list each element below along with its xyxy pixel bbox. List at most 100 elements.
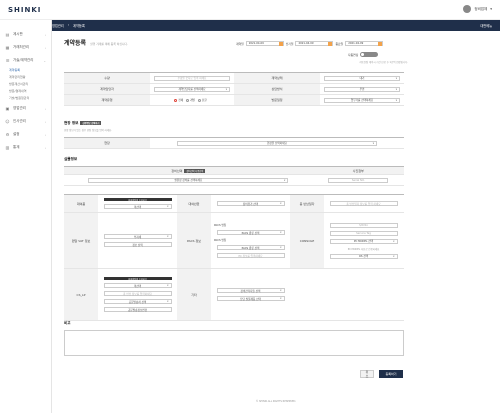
equipment-header-label: 장비선택 (171, 168, 183, 173)
site-hint: 현장 정보가 없는 경우 현장 정보를 입력 하세요. (64, 129, 112, 132)
site-section-title: 현장 정보 현장정보 선택하기 (64, 121, 102, 125)
radio-all[interactable]: 전체 (174, 98, 183, 102)
vat-select[interactable]: 부과세 ▾ (103, 234, 172, 239)
sidebar-item-clients[interactable]: ▦ 거래처관리 › (0, 41, 51, 54)
chevron-right-icon: › (44, 106, 46, 111)
form-actions: 취소 등록하기 (360, 370, 403, 378)
sidebar-item-sales[interactable]: ▣ 영업관리 › (0, 102, 51, 115)
equipment-manager-select[interactable]: 장비관리자들 선택 ▾ (216, 288, 285, 293)
sidebar-item-contracts[interactable]: ☰ 가술/계약관리 ⌄ (0, 54, 51, 67)
sidebar-item-label: 통계 (13, 145, 20, 149)
product-select[interactable]: 담당 실물제품 선택 ▾ (216, 296, 285, 301)
pacs-name-label: PACS 명칭 (214, 224, 227, 227)
contract-icon: ☰ (5, 58, 10, 63)
logo[interactable]: SHINKI (8, 6, 41, 14)
footer: © SHINKI.ALL RIGHTS RESERVED. (255, 400, 297, 403)
pacs-select-2[interactable]: PACS 종류 선택 ▾ (216, 245, 285, 250)
pacs-select[interactable]: PACS 종류 선택 ▾ (216, 230, 285, 235)
chevron-right-icon: › (44, 45, 46, 50)
equipment-form: 장비선택 장비선택 다중선택 사진첨부 실물정 장비를 선택하세요 ▾ Seria… (64, 166, 404, 186)
cslp-search-button[interactable]: 미대여장비 조회하기 (103, 277, 172, 281)
equipment-section-title: 실물정보 (64, 157, 78, 161)
sidebar-item-label: 설정 (13, 132, 20, 136)
consult-select[interactable]: 우편 ▾ (324, 86, 400, 92)
calendar-icon[interactable] (378, 42, 383, 46)
sales-icon: ▣ (5, 106, 10, 111)
avatar (463, 5, 472, 13)
status-select[interactable]: 대기 ▾ (324, 75, 400, 81)
sidebar-sub-status[interactable]: 계약관리현황 (0, 74, 51, 81)
form-row: 실물정 장비를 선택하세요 ▾ Serial NO. (64, 175, 404, 186)
equipment-select[interactable]: 실물정 장비를 선택하세요 ▾ (88, 177, 289, 183)
user-menu[interactable]: 정비업체 ▾ (463, 5, 492, 13)
breadcrumb-home[interactable]: 영업관리 (52, 23, 64, 28)
sidebar-sub-payment[interactable]: 방문/결제내역 (0, 88, 51, 95)
sidebar-sub-invoice[interactable]: 방문계산서관리 (0, 81, 51, 88)
sidebar-item-board[interactable]: ▤ 계시판 › (0, 28, 51, 41)
sidebar-sub-register[interactable]: 계약등록 (0, 67, 51, 74)
menu-link[interactable]: 대판메뉴 (480, 23, 492, 28)
cslp-input[interactable]: 총 반납 정보를 입력하세요 (103, 291, 172, 296)
building-icon: ▦ (5, 45, 10, 50)
calendar-icon[interactable] (278, 42, 283, 46)
sidebar: ▤ 계시판 › ▦ 거래처관리 › ☰ 가술/계약관리 ⌄ 계약등록 계약관리현… (0, 20, 52, 413)
sidebar-item-hr[interactable]: ☺ 인사관리 › (0, 115, 51, 128)
chevron-right-icon: › (44, 132, 46, 137)
date-label: 계약일 (236, 41, 244, 46)
serial-input[interactable]: Serial NO. (328, 177, 389, 183)
grid-row: 렌탈 VAT 정보 부과세 ▾ 정보 선택 PACS 정보 PACS 명칭 PAC… (64, 213, 404, 269)
auto-renew-note: 자동연장 계약시 기간 만료 후 1년씩 연장됩니다. (359, 61, 408, 64)
sidebar-item-stats[interactable]: ▥ 통계 › (0, 141, 51, 154)
rental-search-button[interactable]: 미대여장비 조회하기 (103, 198, 172, 202)
status-label: 계약상태 (234, 73, 320, 83)
vat-info-button[interactable]: 정보 선택 (103, 242, 172, 247)
chevron-down-icon: ▾ (395, 87, 397, 91)
return-date-label: 총 반납일자 (290, 195, 324, 212)
type-radios: 전체 개별 분할 (150, 95, 234, 105)
memo-textarea[interactable] (64, 330, 404, 356)
rental-select[interactable]: 미선택 ▾ (103, 204, 172, 209)
sidebar-item-label: 영업관리 (13, 106, 26, 110)
visit-label: 방문일정 (234, 95, 320, 105)
sidebar-item-label: 인사관리 (13, 119, 26, 123)
sn-input[interactable]: S/N No (329, 222, 398, 228)
top-header: SHINKI 정비업체 ▾ (0, 0, 500, 20)
radio-individual[interactable]: 개별 (186, 98, 195, 102)
calendar-icon[interactable] (328, 42, 333, 46)
return-date-input[interactable]: 총 반납일자 정보를 입력 하세요 (329, 201, 398, 206)
cslp-select[interactable]: 미선택 ▾ (103, 283, 172, 288)
auto-renew-toggle[interactable] (360, 52, 379, 57)
os-select[interactable]: OS 선택 ▾ (329, 253, 398, 259)
pc-model-select[interactable]: PC MODEL 선택 ▾ (329, 238, 398, 244)
document-info-button[interactable]: 공문발송정보변경 (103, 307, 172, 312)
cancel-button[interactable]: 취소 (360, 370, 374, 378)
vat-label: 렌탈 VAT 정보 (64, 213, 98, 268)
quantity-input[interactable]: 수량을 숫자로 입력 하세요 (154, 75, 230, 81)
sidebar-item-label: 가술/계약관리 (13, 58, 34, 62)
submit-button[interactable]: 등록하기 (379, 370, 403, 378)
contract-form: 수량 수량을 숫자로 입력 하세요 계약상태 대기 ▾ 계약담당자 계약담당자를 … (64, 72, 404, 106)
manager-select[interactable]: 계약담당자를 선택하세요 ▾ (154, 86, 230, 92)
pc-info-input[interactable]: PC 정보를 입력하세요 (216, 253, 285, 258)
chevron-down-icon: ▾ (395, 76, 397, 80)
site-select-button[interactable]: 현장정보 선택하기 (80, 121, 102, 125)
site-form: 현장 현장을 선택하세요 ▾ (64, 137, 404, 149)
sidebar-item-settings[interactable]: ⚙ 설정 › (0, 128, 51, 141)
form-row: 수량 수량을 숫자로 입력 하세요 계약상태 대기 ▾ (64, 73, 404, 84)
sidebar-item-label: 계시판 (13, 32, 23, 36)
delivery-date-field[interactable]: 2021-04-09 (295, 41, 334, 46)
equipment-multi-select-button[interactable]: 장비선택 다중선택 (184, 168, 206, 173)
contract-date-field[interactable]: 2021-04-09 (245, 41, 284, 46)
visit-select[interactable]: 업무가를 선택하세요 ▾ (324, 97, 400, 103)
form-row: 계약담당자 계약담당자를 선택하세요 ▾ 상담방식 우편 ▾ (64, 84, 404, 95)
gear-icon: ⚙ (5, 132, 10, 137)
service-tag-input[interactable]: Service Tag (329, 230, 398, 236)
document-select[interactable]: 공문발송처 선택 ▾ (103, 299, 172, 304)
sidebar-sub-tech[interactable]: 기술/법원청관리 (0, 95, 51, 102)
radio-split[interactable]: 분할 (197, 98, 207, 102)
end-date-field[interactable]: 2021-04-09 (345, 41, 384, 46)
site-select[interactable]: 현장을 선택하세요 ▾ (177, 140, 377, 146)
return-select[interactable]: 장비유가 선택 ▾ (216, 201, 285, 206)
memo-title: 비고 (64, 321, 71, 325)
rental-label: 대여품 (64, 195, 98, 212)
